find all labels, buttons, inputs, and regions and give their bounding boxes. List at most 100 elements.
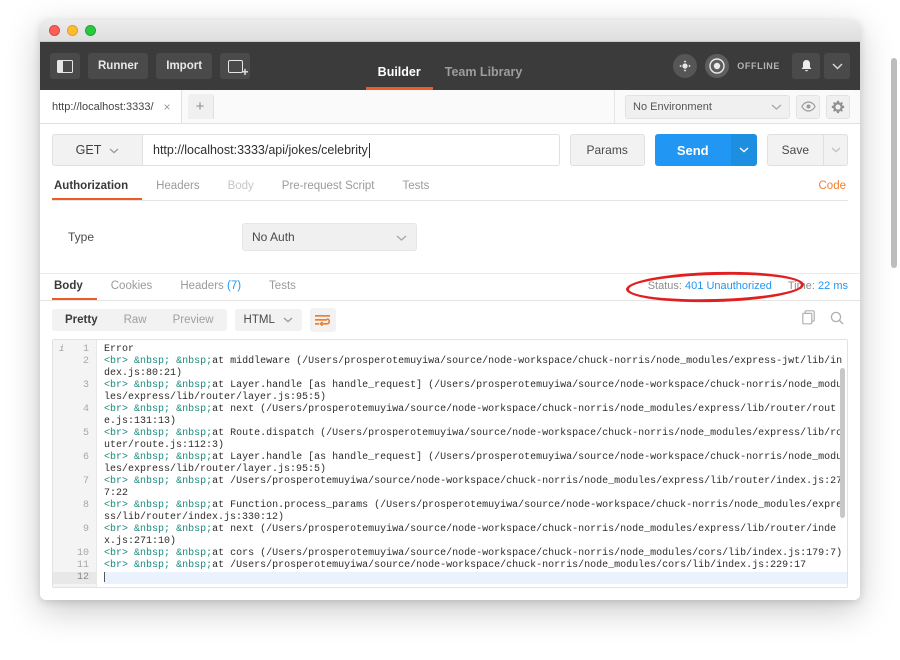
search-button[interactable] (830, 311, 844, 330)
chevron-down-icon (109, 143, 119, 157)
code-link[interactable]: Code (819, 174, 849, 200)
editor-line (104, 572, 847, 584)
chevron-down-icon (831, 147, 840, 153)
editor-scrollbar[interactable] (840, 368, 845, 518)
line-number: 3 (82, 380, 89, 391)
response-format-select[interactable]: HTML (234, 309, 302, 331)
http-method-select[interactable]: GET (52, 134, 142, 166)
chevron-down-icon (396, 230, 407, 244)
response-tab-headers[interactable]: Headers (7) (166, 274, 255, 300)
response-tab-tests[interactable]: Tests (255, 274, 310, 300)
headers-count-badge: (7) (226, 280, 242, 292)
new-window-icon (227, 59, 249, 78)
save-group: Save (766, 134, 848, 166)
response-tabs: Body Cookies Headers (7) Tests Status: 4… (40, 269, 860, 305)
code-text-token: at next (/Users/prosperotemuyiwa/source/… (104, 524, 837, 547)
environment-select[interactable]: No Environment (625, 94, 790, 119)
tab-headers[interactable]: Headers (142, 174, 213, 200)
runner-button[interactable]: Runner (88, 53, 149, 79)
editor-line: <br> &nbsp; &nbsp;at next (/Users/prospe… (104, 524, 847, 548)
line-number: 5 (82, 428, 89, 439)
line-number: 8 (82, 500, 89, 511)
response-tab-cookies[interactable]: Cookies (97, 274, 167, 300)
editor-line: <br> &nbsp; &nbsp;at Layer.handle [as ha… (104, 380, 847, 404)
line-number: 11 (76, 560, 89, 571)
html-tag-token: <br> (104, 404, 129, 415)
response-body-editor[interactable]: i 12.3.4.5.6.7.8.9.101112 Error<br> &nbs… (52, 339, 848, 588)
code-text-token: at Route.dispatch (/Users/prosperotemuyi… (104, 428, 843, 451)
response-body-actions (802, 310, 848, 330)
send-button[interactable]: Send (654, 134, 731, 166)
fold-marker-icon: i (59, 344, 65, 354)
view-preview[interactable]: Preview (160, 309, 227, 331)
line-number: 9 (82, 524, 89, 535)
html-entity-token: &nbsp; (134, 356, 171, 367)
code-text-token: at next (/Users/prosperotemuyiwa/source/… (104, 404, 837, 427)
status-badge: 401 Unauthorized (685, 280, 772, 292)
record-icon[interactable] (705, 54, 730, 78)
offline-status-label: OFFLINE (737, 61, 780, 71)
notifications-button[interactable] (792, 53, 820, 79)
copy-icon (802, 310, 815, 325)
html-entity-token: &nbsp; (134, 452, 171, 463)
http-method-value: GET (75, 143, 102, 157)
manage-environments-button[interactable] (826, 94, 850, 119)
editor-line: <br> &nbsp; &nbsp;at /Users/prosperotemu… (104, 560, 847, 572)
code-text-token: at Function.process_params (/Users/prosp… (104, 500, 843, 523)
sidebar-toggle-button[interactable] (50, 53, 80, 79)
import-button[interactable]: Import (156, 53, 213, 79)
window-titlebar (40, 20, 860, 42)
chevron-down-icon (771, 101, 782, 113)
tab-pre-request-script[interactable]: Pre-request Script (268, 174, 389, 200)
view-raw[interactable]: Raw (111, 309, 160, 331)
params-button[interactable]: Params (569, 134, 645, 166)
sync-icon[interactable] (673, 54, 698, 78)
view-pretty[interactable]: Pretty (52, 309, 111, 331)
text-caret (104, 572, 105, 582)
tab-builder[interactable]: Builder (365, 65, 433, 90)
header-more-button[interactable] (824, 53, 850, 79)
chevron-down-icon (739, 147, 749, 153)
close-icon[interactable]: × (164, 100, 171, 114)
html-entity-token: &nbsp; (176, 404, 213, 415)
environment-quick-look-button[interactable] (796, 94, 820, 119)
send-options-button[interactable] (730, 134, 757, 166)
new-window-button[interactable] (220, 53, 251, 79)
add-tab-button[interactable]: + (187, 94, 214, 119)
html-tag-token: <br> (104, 452, 129, 463)
html-entity-token: &nbsp; (134, 380, 171, 391)
editor-line: <br> &nbsp; &nbsp;at Route.dispatch (/Us… (104, 428, 847, 452)
url-input[interactable]: http://localhost:3333/api/jokes/celebrit… (142, 134, 560, 166)
code-text-token: Error (104, 344, 135, 355)
minimize-window-button[interactable] (67, 25, 78, 36)
save-button[interactable]: Save (766, 134, 824, 166)
tab-body[interactable]: Body (214, 174, 268, 200)
editor-code[interactable]: Error <br> &nbsp; &nbsp;at middleware (/U… (97, 340, 847, 587)
html-entity-token: &nbsp; (134, 560, 171, 571)
html-entity-token: &nbsp; (134, 548, 171, 559)
tab-team-library[interactable]: Team Library (433, 65, 535, 90)
editor-line: Error (104, 344, 847, 356)
close-window-button[interactable] (49, 25, 60, 36)
request-tab[interactable]: http://localhost:3333/ × (40, 90, 182, 123)
copy-button[interactable] (802, 310, 816, 330)
page-scrollbar[interactable] (891, 58, 897, 268)
response-tab-body[interactable]: Body (52, 274, 97, 300)
code-text-token: at Layer.handle [as handle_request] (/Us… (104, 380, 843, 403)
save-options-button[interactable] (824, 134, 848, 166)
eye-icon (800, 101, 816, 112)
tab-tests[interactable]: Tests (388, 174, 443, 200)
response-format-value: HTML (243, 314, 275, 326)
screenshot-root: Runner Import Builder Team Library OFFLI… (0, 0, 900, 660)
html-tag-token: <br> (104, 428, 129, 439)
request-builder: GET http://localhost:3333/api/jokes/cele… (40, 124, 860, 201)
tab-authorization[interactable]: Authorization (52, 174, 143, 200)
word-wrap-button[interactable] (309, 308, 336, 332)
request-tab-strip: http://localhost:3333/ × + No Environmen… (40, 90, 860, 124)
url-value: http://localhost:3333/api/jokes/celebrit… (153, 143, 368, 157)
line-number: 10 (76, 548, 89, 559)
maximize-window-button[interactable] (85, 25, 96, 36)
code-text-token: at middleware (/Users/prosperotemuyiwa/s… (104, 356, 843, 379)
auth-type-select[interactable]: No Auth (242, 223, 417, 251)
html-entity-token: &nbsp; (176, 380, 213, 391)
